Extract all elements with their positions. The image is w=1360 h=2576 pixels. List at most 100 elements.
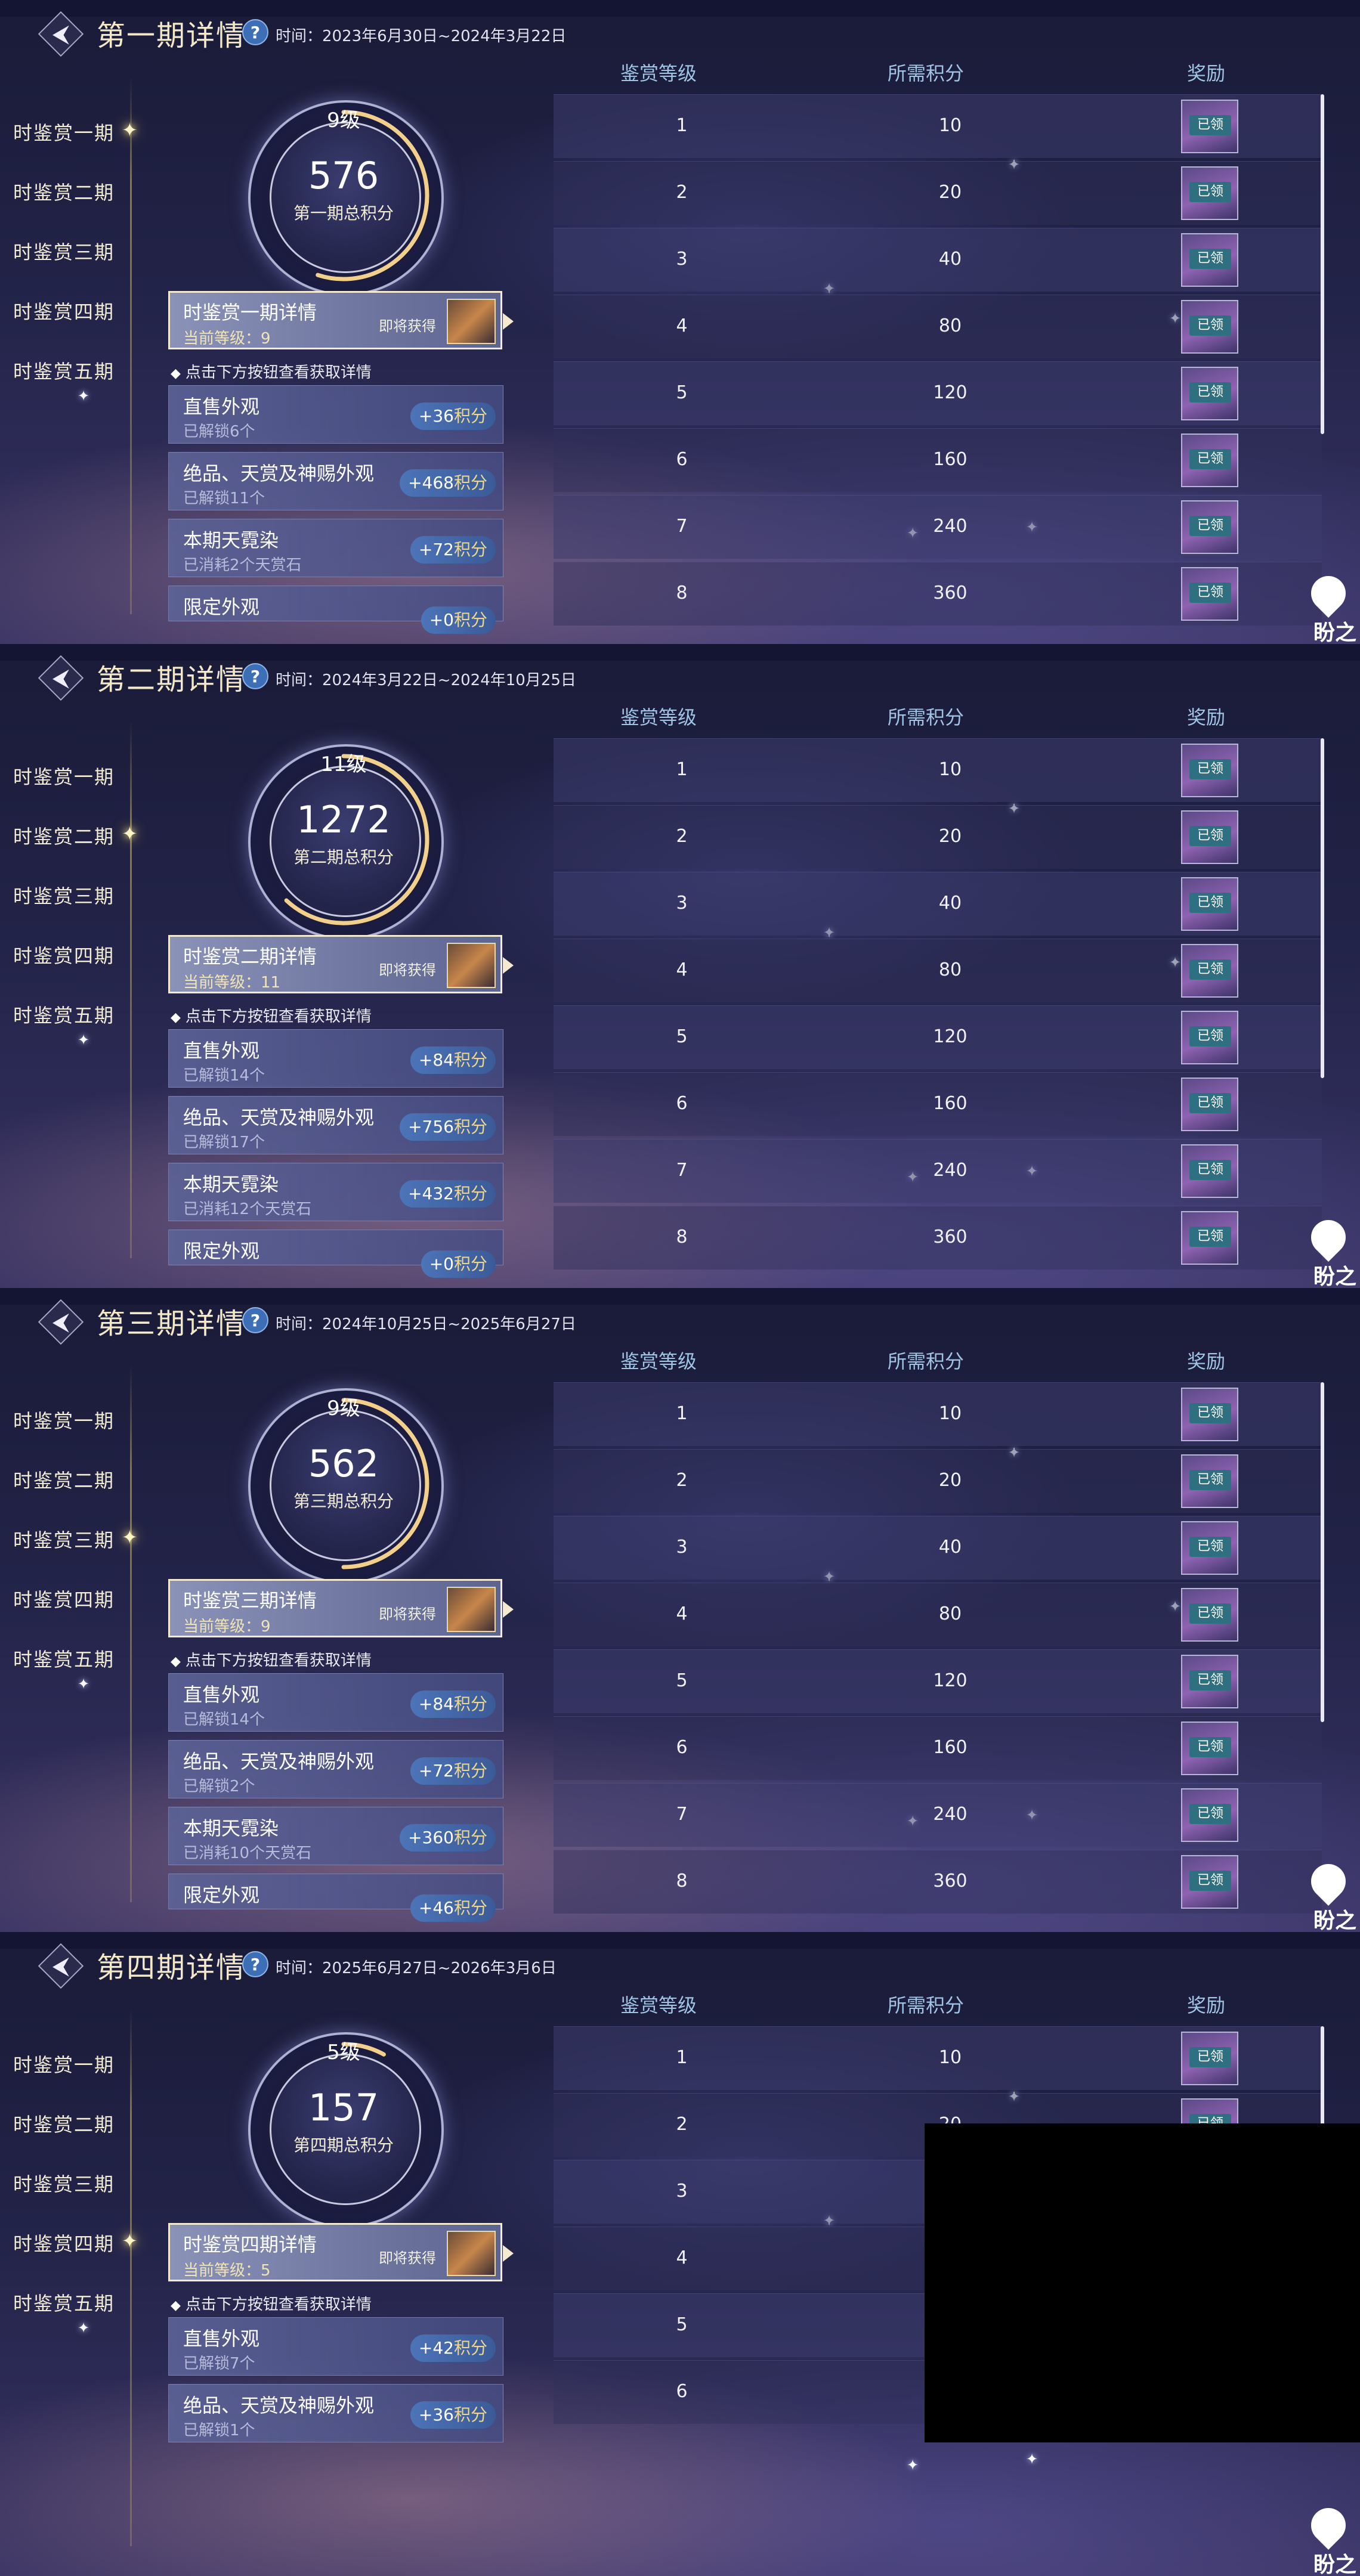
reward-item[interactable]: 已领: [1181, 367, 1238, 420]
table-row: 7 240 已领: [554, 1783, 1322, 1847]
help-icon[interactable]: ?: [242, 663, 268, 689]
period-detail-button[interactable]: 时鉴赏四期详情 当前等级：5 即将获得: [168, 2223, 514, 2281]
detail-title: 时鉴赏四期详情: [183, 2233, 317, 2256]
row-points: 120: [933, 1026, 968, 1047]
reward-item[interactable]: 已领: [1181, 1211, 1238, 1265]
sidebar-item[interactable]: 时鉴赏一期: [13, 1406, 115, 1433]
sidebar-item[interactable]: 时鉴赏二期: [13, 1466, 115, 1493]
sparkle-icon: ✦: [78, 2320, 90, 2336]
sidebar-item[interactable]: 时鉴赏一期: [13, 762, 115, 789]
sidebar-item[interactable]: 时鉴赏五期: [13, 357, 115, 384]
reward-item[interactable]: 已领: [1181, 1788, 1238, 1842]
reward-item[interactable]: 已领: [1181, 233, 1238, 287]
back-button[interactable]: ⮜: [38, 1943, 84, 1989]
reward-item[interactable]: 已领: [1181, 1588, 1238, 1642]
row-points: 240: [933, 1160, 968, 1181]
reward-item[interactable]: 已领: [1181, 1722, 1238, 1775]
score-source-card[interactable]: 绝品、天赏及神赐外观 已解锁2个 +72积分: [168, 1740, 503, 1798]
reward-item[interactable]: 已领: [1181, 166, 1238, 220]
reward-item[interactable]: 已领: [1181, 2032, 1238, 2085]
reward-item[interactable]: 已领: [1181, 1144, 1238, 1198]
reward-item[interactable]: 已领: [1181, 1078, 1238, 1131]
reward-item[interactable]: 已领: [1181, 1011, 1238, 1064]
sidebar-item[interactable]: 时鉴赏一期: [13, 118, 115, 145]
bonus-unit: 积分: [453, 473, 487, 493]
table-row: 5 120 已领: [554, 361, 1322, 425]
back-button[interactable]: ⮜: [38, 655, 84, 701]
reward-item[interactable]: 已领: [1181, 810, 1238, 864]
help-icon[interactable]: ?: [242, 19, 268, 45]
sidebar-item[interactable]: 时鉴赏五期: [13, 2289, 115, 2316]
sidebar-item[interactable]: 时鉴赏二期: [13, 822, 115, 849]
sidebar-item[interactable]: 时鉴赏五期: [13, 1645, 115, 1672]
bonus-unit: 积分: [453, 1761, 487, 1781]
row-points: 40: [938, 893, 962, 914]
reward-item[interactable]: 已领: [1181, 1521, 1238, 1575]
header-points: 所需积分: [888, 1350, 965, 1373]
reward-item[interactable]: 已领: [1181, 300, 1238, 354]
reward-item[interactable]: 已领: [1181, 877, 1238, 931]
sidebar-item[interactable]: 时鉴赏二期: [13, 178, 115, 205]
reward-status: 已领: [1189, 516, 1231, 536]
score-source-card[interactable]: 限定外观 +0积分: [168, 1230, 503, 1278]
sidebar-line: [130, 722, 132, 1258]
sidebar-item[interactable]: 时鉴赏四期: [13, 2229, 115, 2256]
scrollbar[interactable]: [1321, 1382, 1324, 1722]
period-detail-button[interactable]: 时鉴赏二期详情 当前等级：11 即将获得: [168, 935, 514, 993]
row-points: 160: [933, 449, 968, 470]
reward-item[interactable]: 已领: [1181, 1855, 1238, 1909]
score-source-card[interactable]: 直售外观 已解锁6个 +36积分: [168, 385, 503, 444]
sidebar-item[interactable]: 时鉴赏五期: [13, 1001, 115, 1028]
row-level: 5: [676, 1670, 688, 1691]
help-icon[interactable]: ?: [242, 1307, 268, 1333]
card-title: 直售外观: [183, 395, 260, 418]
table-row: 3 40 已领: [554, 228, 1322, 292]
logo-text: 盼之: [1313, 1265, 1357, 1288]
back-button[interactable]: ⮜: [38, 1299, 84, 1345]
header-level: 鉴赏等级: [620, 1994, 697, 2017]
watermark-logo: 盼之: [1303, 568, 1360, 644]
reward-item[interactable]: 已领: [1181, 434, 1238, 487]
reward-item[interactable]: 已领: [1181, 500, 1238, 554]
sidebar-item[interactable]: 时鉴赏四期: [13, 297, 115, 324]
page-title: 第四期详情: [97, 1951, 246, 1984]
score-source-card[interactable]: 绝品、天赏及神赐外观 已解锁11个 +468积分: [168, 452, 503, 510]
score-source-card[interactable]: 绝品、天赏及神赐外观 已解锁1个 +36积分: [168, 2384, 503, 2442]
reward-item[interactable]: 已领: [1181, 744, 1238, 797]
back-button[interactable]: ⮜: [38, 11, 84, 57]
score-source-card[interactable]: 直售外观 已解锁14个 +84积分: [168, 1673, 503, 1732]
reward-item[interactable]: 已领: [1181, 1454, 1238, 1508]
sidebar-item[interactable]: 时鉴赏三期: [13, 2169, 115, 2197]
sidebar-item[interactable]: 时鉴赏一期: [13, 2050, 115, 2077]
sidebar-item[interactable]: 时鉴赏四期: [13, 1585, 115, 1612]
score-source-card[interactable]: 限定外观 +46积分: [168, 1874, 503, 1922]
score-source-card[interactable]: 本期天霓染 已消耗10个天赏石 +360积分: [168, 1807, 503, 1865]
card-title: 限定外观: [183, 596, 260, 618]
period-detail-button[interactable]: 时鉴赏一期详情 当前等级：9 即将获得: [168, 291, 514, 349]
sidebar-item[interactable]: 时鉴赏三期: [13, 237, 115, 265]
sidebar-item[interactable]: 时鉴赏三期: [13, 881, 115, 909]
card-subtitle: 已解锁17个: [183, 1134, 265, 1151]
score-source-card[interactable]: 限定外观 +0积分: [168, 586, 503, 634]
sidebar-item[interactable]: 时鉴赏四期: [13, 941, 115, 968]
reward-item[interactable]: 已领: [1181, 100, 1238, 153]
scrollbar[interactable]: [1321, 94, 1324, 434]
reward-item[interactable]: 已领: [1181, 567, 1238, 621]
reward-item[interactable]: 已领: [1181, 1388, 1238, 1441]
scrollbar[interactable]: [1321, 738, 1324, 1078]
row-points: 10: [938, 1403, 962, 1424]
reward-status: 已领: [1189, 1670, 1231, 1690]
score-source-card[interactable]: 直售外观 已解锁7个 +42积分: [168, 2317, 503, 2376]
score-source-card[interactable]: 直售外观 已解锁14个 +84积分: [168, 1029, 503, 1088]
score-source-card[interactable]: 本期天霓染 已消耗2个天赏石 +72积分: [168, 519, 503, 577]
help-icon[interactable]: ?: [242, 1951, 268, 1977]
detail-pointer: [503, 1601, 514, 1618]
sidebar-item[interactable]: 时鉴赏二期: [13, 2110, 115, 2137]
detail-pointer: [503, 957, 514, 974]
reward-item[interactable]: 已领: [1181, 1655, 1238, 1708]
score-source-card[interactable]: 绝品、天赏及神赐外观 已解锁17个 +756积分: [168, 1096, 503, 1154]
sidebar-item[interactable]: 时鉴赏三期: [13, 1525, 115, 1553]
period-detail-button[interactable]: 时鉴赏三期详情 当前等级：9 即将获得: [168, 1579, 514, 1637]
score-source-card[interactable]: 本期天霓染 已消耗12个天赏石 +432积分: [168, 1163, 503, 1221]
reward-item[interactable]: 已领: [1181, 944, 1238, 998]
